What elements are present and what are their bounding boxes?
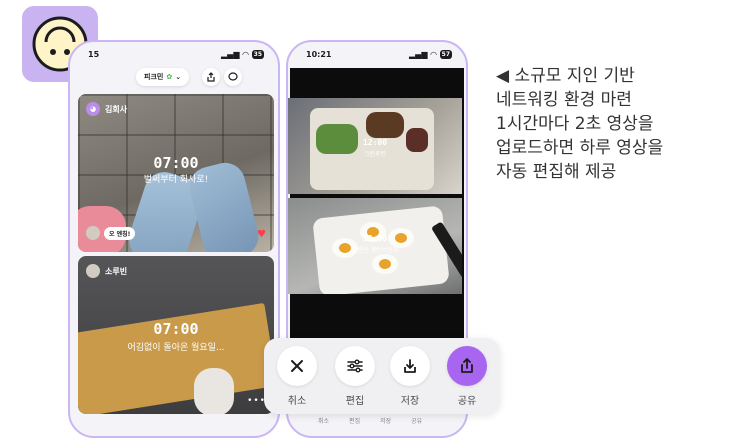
photo-shoe xyxy=(194,368,234,414)
share-icon xyxy=(207,72,215,82)
share-video-button[interactable]: 공유 xyxy=(446,346,488,407)
status-icons: ▂▄▆ ◠ 57 xyxy=(409,50,452,59)
share-button[interactable] xyxy=(202,68,220,86)
video-clip: 12:00 크린루틴 xyxy=(288,98,462,194)
description-line: ◀ 소규모 지인 기반 xyxy=(496,66,635,86)
video-action-sheet: 취소 편집 저장 공유 xyxy=(264,338,500,414)
filter-label: 피크민 xyxy=(144,73,164,81)
avatar xyxy=(86,226,100,240)
clip-caption: 찬란한 계란브런치 xyxy=(351,247,399,254)
username: 김회사 xyxy=(105,104,128,114)
reply-chip[interactable]: 오 엔칭! xyxy=(86,226,136,240)
edit-circle[interactable] xyxy=(335,346,375,386)
username: 소루빈 xyxy=(105,266,128,276)
save-circle[interactable] xyxy=(390,346,430,386)
status-time: 10:21 xyxy=(306,50,332,59)
battery-icon: 57 xyxy=(439,50,452,59)
feed-card[interactable]: ◕ 김회사 07:00 벌써부터 회사로! 오 엔칭! ♥ xyxy=(78,94,274,252)
cancel-button[interactable]: 취소 xyxy=(276,346,318,407)
post-caption: 벌써부터 회사로! xyxy=(143,175,209,185)
status-time: 15 xyxy=(88,50,100,59)
ghost-label: 공유 xyxy=(411,418,423,425)
ghost-label: 편집 xyxy=(349,418,361,425)
description-line: 네트워킹 환경 마련 xyxy=(496,90,632,110)
toolbar-ghost-labels: 취소 편집 저장 공유 xyxy=(318,416,422,425)
ghost-label: 저장 xyxy=(380,418,392,425)
description-line: 1시간마다 2초 영상을 xyxy=(496,114,654,134)
video-clip: 12:00 찬란한 계란브런치 xyxy=(288,198,462,294)
edit-button[interactable]: 편집 xyxy=(334,346,376,407)
ghost-label: 취소 xyxy=(318,418,330,425)
post-time: 07:00 xyxy=(153,320,199,338)
status-bar: 15 ▂▄▆ ◠ 35 xyxy=(70,48,278,64)
close-icon xyxy=(291,360,303,372)
user-tag[interactable]: ◕ 김회사 xyxy=(86,102,127,116)
sprout-icon: ✿ xyxy=(166,73,173,81)
status-bar: 10:21 ▂▄▆ ◠ 57 xyxy=(288,48,466,64)
left-phone-mockup: 15 ▂▄▆ ◠ 35 피크민 ✿ ⌄ ◕ 김회사 07:00 벌써부터 회사로… xyxy=(68,40,280,438)
feed-card[interactable]: 소루빈 07:00 어김없이 돌아온 월요일... ••• xyxy=(78,256,274,414)
signal-icon: ▂▄▆ xyxy=(409,50,428,59)
edit-label: 편집 xyxy=(345,396,365,407)
share-label: 공유 xyxy=(457,396,477,407)
save-label: 저장 xyxy=(400,396,420,407)
post-time: 07:00 xyxy=(153,154,199,172)
battery-icon: 35 xyxy=(251,50,264,59)
heart-icon[interactable]: ♥ xyxy=(257,229,266,240)
chevron-down-icon: ⌄ xyxy=(175,73,182,81)
post-caption: 어김없이 돌아온 월요일... xyxy=(127,343,225,353)
reply-text: 오 엔칭! xyxy=(104,226,136,240)
share-icon xyxy=(461,358,473,373)
user-tag[interactable]: 소루빈 xyxy=(86,264,127,278)
signal-icon: ▂▄▆ xyxy=(221,50,240,59)
sliders-icon xyxy=(347,359,363,373)
wifi-icon: ◠ xyxy=(242,50,249,59)
photo-food xyxy=(366,112,404,138)
save-button[interactable]: 저장 xyxy=(389,346,431,407)
description-line: 업로드하면 하루 영상을 xyxy=(496,138,664,158)
clip-time: 12:00 xyxy=(362,138,388,147)
avatar: ◕ xyxy=(86,102,100,116)
cancel-circle[interactable] xyxy=(277,346,317,386)
status-icons: ▂▄▆ ◠ 35 xyxy=(221,50,264,59)
download-icon xyxy=(404,359,416,373)
chat-button[interactable] xyxy=(224,68,242,86)
chat-bubble-icon xyxy=(228,72,238,81)
photo-egg xyxy=(372,254,398,274)
description-line: 자동 편집해 제공 xyxy=(496,162,617,182)
clip-time: 12:00 xyxy=(362,234,388,243)
avatar xyxy=(86,264,100,278)
clip-caption: 크린루틴 xyxy=(363,151,387,158)
friend-filter-dropdown[interactable]: 피크민 ✿ ⌄ xyxy=(136,68,190,86)
feature-description: ◀ 소규모 지인 기반 네트워킹 환경 마련 1시간마다 2초 영상을 업로드하… xyxy=(496,64,732,184)
wifi-icon: ◠ xyxy=(430,50,437,59)
share-circle[interactable] xyxy=(447,346,487,386)
cancel-label: 취소 xyxy=(287,396,307,407)
